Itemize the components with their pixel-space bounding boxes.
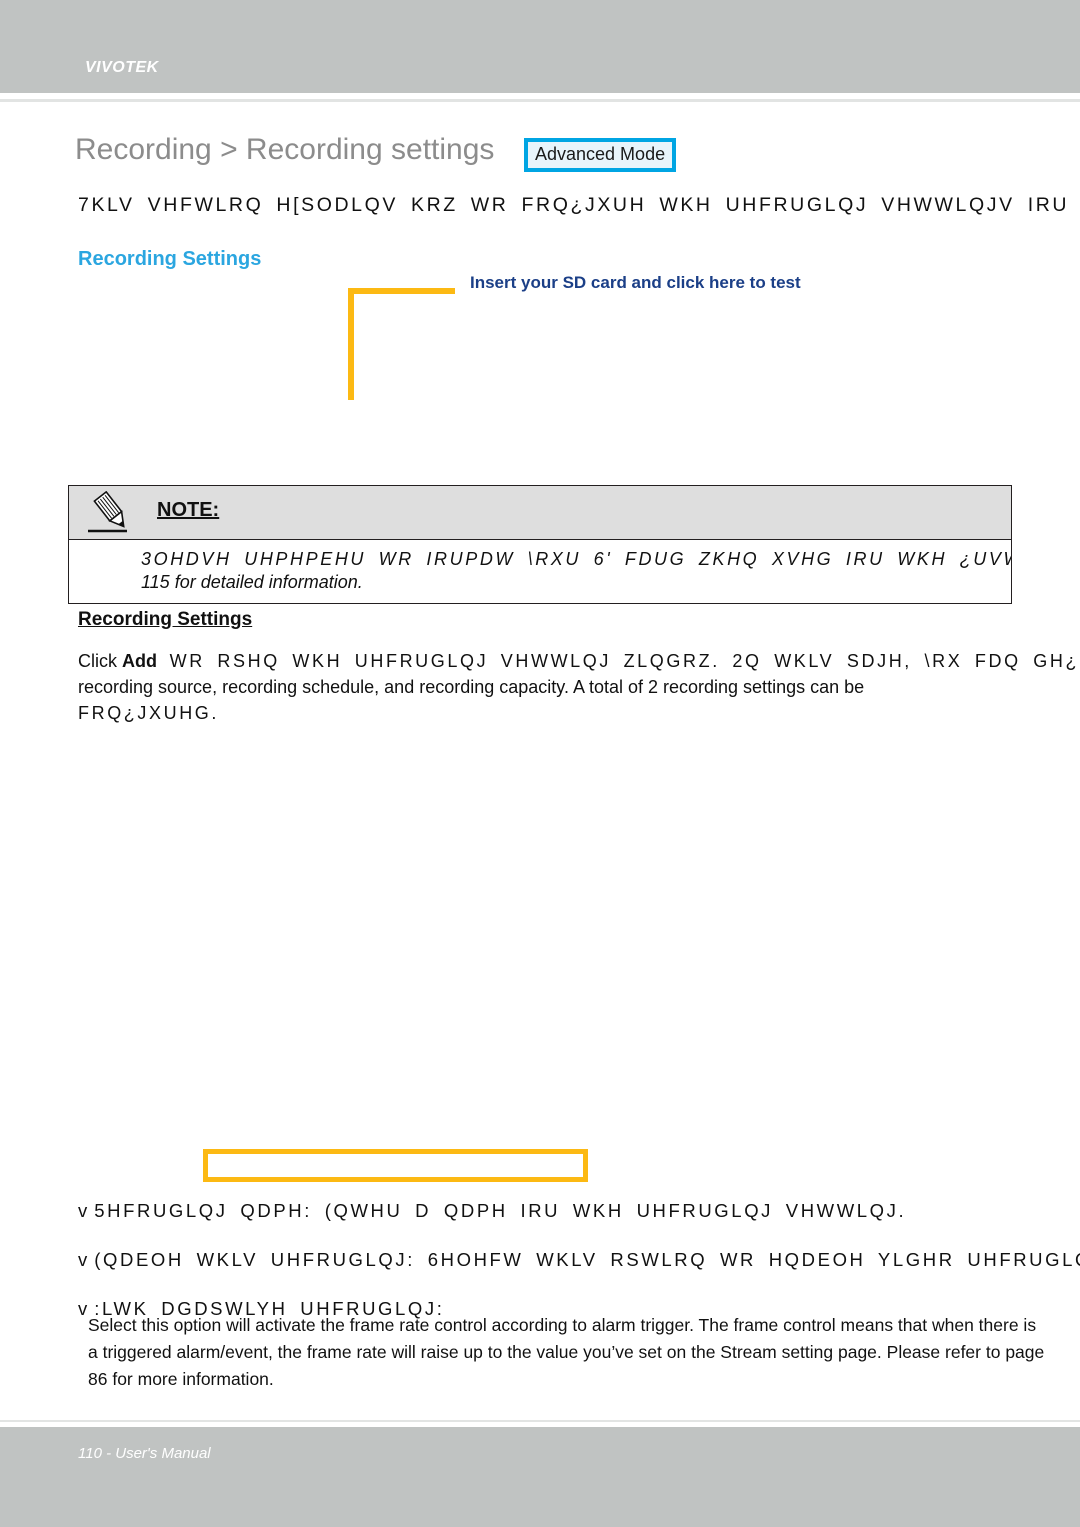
- section-heading-recording-settings: Recording Settings: [78, 248, 262, 270]
- note-box-body: 3OHDVH UHPHPEHU WR IRUPDW \RXU 6' FDUG Z…: [69, 540, 1011, 603]
- pencil-icon: [85, 490, 133, 535]
- note-text-line-2: 115 for detailed information.: [141, 571, 363, 592]
- page-footer-bar: [0, 1427, 1080, 1527]
- body-line-1-post: WR RSHQ WKH UHFRUGLQJ VHWWLQJ ZLQGRZ. 2Q…: [157, 651, 1080, 671]
- note-box: NOTE: 3OHDVH UHPHPEHU WR IRUPDW \RXU 6' …: [68, 485, 1012, 604]
- bullet-marker: v: [78, 1249, 88, 1271]
- bullet-note-paragraph: Select this option will activate the fra…: [88, 1312, 1048, 1393]
- header-divider: [0, 99, 1080, 102]
- note-title: NOTE:: [157, 499, 220, 521]
- page-title: Recording > Recording settings: [75, 133, 495, 166]
- vivotek-logo: VIVOTEK: [85, 59, 159, 76]
- yellow-highlight-rectangle: [203, 1149, 588, 1182]
- footer-divider: [0, 1420, 1080, 1422]
- note-text-line-1: 3OHDVH UHPHPEHU WR IRUPDW \RXU 6' FDUG Z…: [141, 549, 1011, 569]
- intro-paragraph: 7KLV VHFWLRQ H[SODLQV KRZ WR FRQ¿JXUH WK…: [78, 194, 1080, 216]
- body-line-1: Click Add WR RSHQ WKH UHFRUGLQJ VHWWLQJ …: [78, 648, 1080, 674]
- bullet-note-line-1: Select this option will activate the fra…: [88, 1315, 836, 1335]
- body-paragraph: Click Add WR RSHQ WKH UHFRUGLQJ VHWWLQJ …: [78, 648, 1080, 726]
- body-line-1-pre: Click: [78, 651, 122, 671]
- add-keyword: Add: [122, 651, 157, 671]
- bullet-marker: v: [78, 1200, 88, 1221]
- list-item: v 5HFRUGLQJ QDPH: (QWHU D QDPH IRU WKH UH…: [78, 1200, 1080, 1222]
- callout-label-sd-card-test: Insert your SD card and click here to te…: [470, 273, 801, 292]
- list-item-text: (QDEOH WKLV UHFRUGLQJ: 6HOHFW WKLV RSWLR…: [94, 1249, 1080, 1271]
- advanced-mode-button[interactable]: Advanced Mode: [524, 138, 677, 172]
- subsection-heading-recording-settings: Recording Settings: [78, 609, 253, 630]
- body-line-2: recording source, recording schedule, an…: [78, 677, 865, 698]
- page-header-bar: [0, 0, 1080, 93]
- list-item-text: 5HFRUGLQJ QDPH: (QWHU D QDPH IRU WKH UHF…: [94, 1200, 907, 1221]
- callout-leader-horizontal: [348, 288, 455, 294]
- list-item: v (QDEOH WKLV UHFRUGLQJ: 6HOHFW WKLV RSWL…: [78, 1249, 1080, 1271]
- callout-leader-vertical: [348, 288, 354, 400]
- footer-page-label: 110 - User's Manual: [78, 1445, 211, 1462]
- bullet-marker: v: [78, 1298, 88, 1320]
- body-line-3: FRQ¿JXUHG.: [78, 703, 219, 724]
- note-box-header: NOTE:: [69, 486, 1011, 540]
